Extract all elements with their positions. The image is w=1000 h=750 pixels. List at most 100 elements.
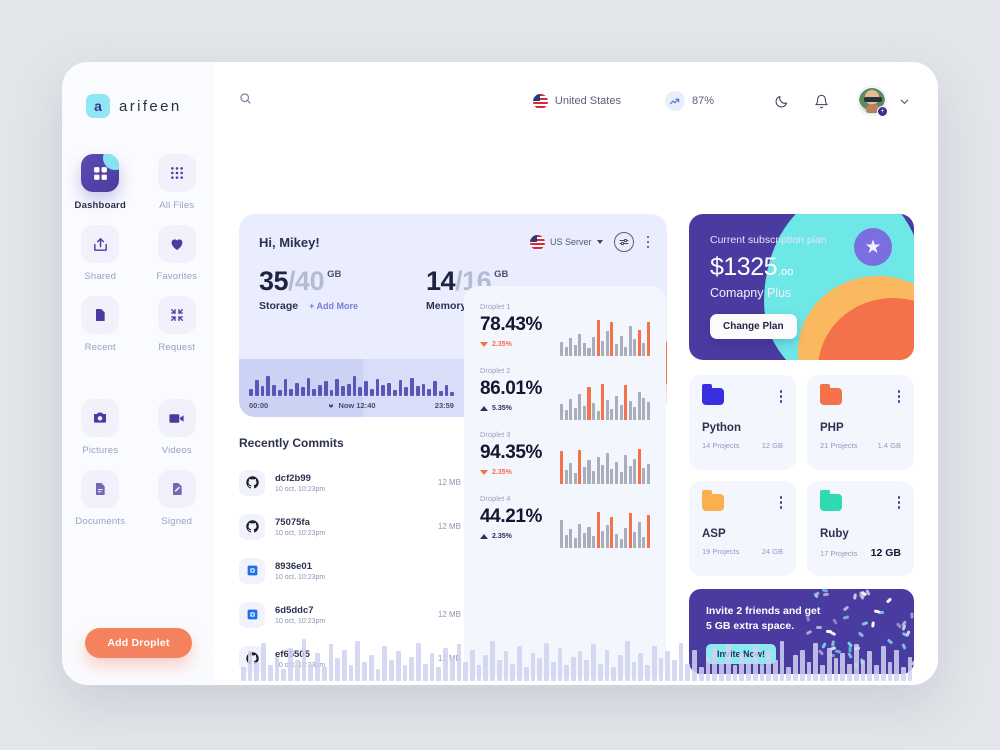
droplet-chart-bar [564,410,568,420]
footer-wave-bar [665,651,670,681]
timeline-bar [392,389,397,396]
droplet-chart-bar [596,411,600,420]
droplet-delta: 5.35% [480,405,560,412]
footer-wave-bar [496,660,502,681]
timeline-bar [341,386,345,396]
footer-wave-bar [766,651,772,681]
flame-icon [327,400,335,411]
sidebar-item-videos[interactable]: Videos [144,391,210,456]
server-selector[interactable]: US Server [529,234,603,250]
droplet-chart-bar [578,334,582,356]
change-plan-button[interactable]: Change Plan [710,314,797,339]
droplet-chart-bar [564,535,568,548]
footer-wave-bar [375,668,381,681]
footer-wave-bar [624,640,630,681]
folder-icon [820,384,842,405]
footer-wave-bar [853,644,859,681]
timeline-bar [254,380,259,396]
sidebar-item-dashboard[interactable]: Dashboard [67,146,133,211]
commit-size: 12 MB [437,478,461,487]
sidebar-item-documents[interactable]: Documents [67,462,133,527]
folder-card-ruby[interactable]: Ruby 17 Projects 12 GB [807,481,914,576]
commit-time: 10 oct, 10:23pm [275,573,326,581]
droplet-chart-bar [633,459,637,484]
timeline-bar [415,386,420,396]
folder-more-options-icon[interactable] [778,388,785,405]
search-icon [239,92,252,110]
droplet-chart-bar [564,347,568,356]
droplet-chart-bar [605,453,609,484]
filter-settings-icon[interactable] [613,232,634,252]
brand-logo[interactable]: a arifeen [62,62,215,118]
commit-time: 10 oct, 10:23pm [275,485,326,493]
folder-more-options-icon[interactable] [778,494,785,511]
commit-row[interactable]: 8936e01 10 oct, 10:23pm [239,552,461,589]
droplet-chart-bar [646,322,651,356]
footer-wave-bar [799,649,805,681]
folder-more-options-icon[interactable] [896,388,903,405]
chevron-down-icon[interactable] [896,88,912,114]
sidebar-item-favorites[interactable]: Favorites [144,217,210,282]
search-area[interactable] [239,92,523,110]
avatar[interactable]: + [858,87,888,117]
droplets-panel: Droplet 1 78.43% 2.35% Droplet 2 86.01% … [464,286,666,676]
folder-card-asp[interactable]: ASP 19 Projects 24 GB [689,481,796,576]
sidebar-item-pictures[interactable]: Pictures [67,391,133,456]
droplet-chart-bar [560,404,564,420]
app-window: a arifeen Dashboard All Files Shared Fav… [62,62,938,685]
moon-icon[interactable] [768,88,794,114]
folder-card-python[interactable]: Python 14 Projects 12 GB [689,375,796,470]
timeline-bar [306,377,311,396]
droplet-chart-bar [596,457,600,484]
search-input[interactable] [260,95,450,107]
folder-name: ASP [702,528,726,540]
sidebar-add-droplet-button[interactable]: Add Droplet [85,628,192,658]
confetti-piece [831,618,838,626]
sidebar-item-recent[interactable]: Recent [67,288,133,353]
timeline-bar [312,388,316,396]
timeline-bar [387,382,391,396]
stat-used: 14 [426,266,456,296]
footer-wave-bar [631,661,637,681]
footer-wave-bar [725,644,731,681]
droplet-chart-bar [587,387,591,420]
folder-card-php[interactable]: PHP 21 Projects 1.4 GB [807,375,914,470]
heart-icon [157,225,196,263]
folder-more-options-icon[interactable] [896,494,903,511]
timeline-bar [450,392,454,396]
footer-wave-bar [874,665,879,681]
footer-wave-bar [860,660,866,681]
footer-wave-bar [348,665,354,681]
footer-wave-bar [591,644,596,681]
droplet-label: Droplet 2 [480,366,511,375]
plan-amount: $1325 [710,253,778,281]
sidebar-item-signed[interactable]: Signed [144,462,210,527]
timeline-now: Now 12:40 [327,400,376,411]
hero-more-options-icon[interactable] [645,234,652,251]
arrow-up-icon [480,406,488,411]
stat-name: Storage [259,300,299,312]
timeline-bar [381,385,385,396]
timeline-bar [438,391,443,396]
stat-add-more-link[interactable]: + Add More [309,301,358,311]
commit-row[interactable]: 6d5ddc7 10 oct, 10:23pm 12 MB [239,596,461,633]
droplet-chart-bar [573,473,577,484]
content-area: Hi, Mikey! US Server 35 /40 GB Storage +… [239,140,914,685]
sidebar-item-shared[interactable]: Shared [67,217,133,282]
confetti-piece [842,615,849,621]
commit-row[interactable]: 75075fa 10 oct, 10:23pm 12 MB [239,508,461,545]
sidebar-item-request[interactable]: Request [144,288,210,353]
sidebar-nav: Dashboard All Files Shared Favorites Rec… [62,118,215,527]
bell-icon[interactable] [808,88,834,114]
droplet-sparkline-chart [560,508,651,548]
sidebar-item-label: Request [158,342,196,353]
footer-wave-bar [523,667,529,681]
commit-row[interactable]: dcf2b99 10 oct, 10:23pm 12 MB [239,464,461,501]
footer-wave-bar [544,642,549,681]
sidebar-item-all-files[interactable]: All Files [144,146,210,211]
droplet-chart-bar [592,471,596,484]
timeline-bar [295,382,299,396]
droplet-chart-bar [646,515,651,548]
country-selector[interactable]: United States [532,93,621,109]
footer-wave-bar [443,647,448,681]
